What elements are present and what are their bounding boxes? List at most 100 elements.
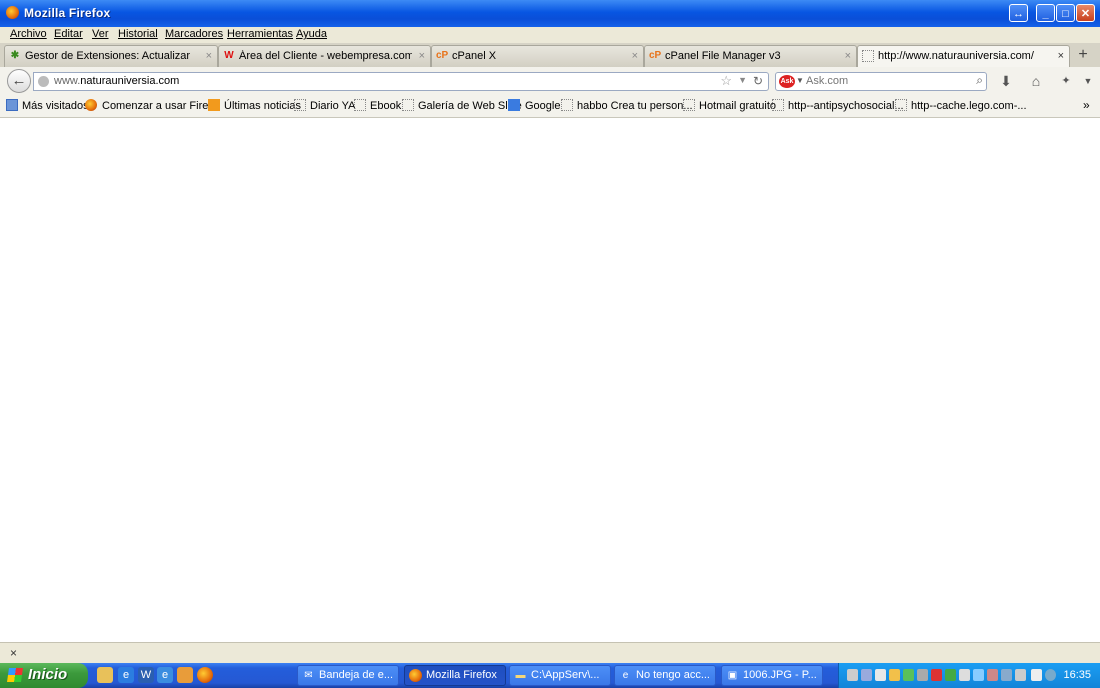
url-domain: naturauniversia.com xyxy=(80,75,180,87)
toolbar-menu-dropdown-icon[interactable]: ▼ xyxy=(1078,72,1098,90)
bookmark-habbo[interactable]: habbo Crea tu person... xyxy=(577,100,693,112)
task-appserv-folder[interactable]: ▬ C:\AppServ\... xyxy=(509,665,611,686)
cpanel-icon: cP xyxy=(436,50,449,61)
task-label: 1006.JPG - P... xyxy=(743,669,817,681)
url-text[interactable]: www.naturauniversia.com xyxy=(54,75,179,87)
bookmark-comenzar[interactable]: Comenzar a usar Firef... xyxy=(102,100,221,112)
task-label: No tengo acc... xyxy=(636,669,710,681)
url-history-dropdown-icon[interactable]: ▼ xyxy=(738,75,747,85)
page-content[interactable] xyxy=(3,118,1097,642)
mail-icon[interactable] xyxy=(177,667,193,683)
tray-app-icon[interactable] xyxy=(1031,669,1042,681)
home-icon[interactable]: ⌂ xyxy=(1026,72,1046,90)
tray-clock[interactable]: 16:35 xyxy=(1063,669,1091,681)
addon-icon[interactable]: ✦ xyxy=(1056,72,1076,90)
start-button[interactable]: Inicio xyxy=(0,663,88,688)
bookmark-star-icon[interactable]: ☆ xyxy=(720,73,732,89)
title-bar: Mozilla Firefox ↔ _ □ ✕ xyxy=(0,0,1100,27)
tray-app-icon[interactable] xyxy=(987,669,998,681)
downloads-icon[interactable]: ⬇ xyxy=(996,72,1016,90)
tab-cpanel[interactable]: cP cPanel X × xyxy=(431,45,644,67)
bookmark-lego-cache[interactable]: http--cache.lego.com-... xyxy=(911,100,1027,112)
bookmark-hotmail[interactable]: Hotmail gratuito xyxy=(699,100,776,112)
search-icon[interactable]: ⌕ xyxy=(976,73,983,88)
menu-editar[interactable]: Editar xyxy=(54,28,83,40)
tray-display-icon[interactable] xyxy=(959,669,970,681)
task-mozilla-firefox[interactable]: Mozilla Firefox xyxy=(404,665,506,686)
blank-page-icon xyxy=(895,99,907,111)
tray-app-icon[interactable] xyxy=(1045,669,1056,681)
menu-herramientas[interactable]: Herramientas xyxy=(227,28,293,40)
tray-app-icon[interactable] xyxy=(847,669,858,681)
bookmark-galeria-web-slice[interactable]: Galería de Web Slice xyxy=(418,100,522,112)
tab-cpanel-file-manager[interactable]: cP cPanel File Manager v3 × xyxy=(644,45,857,67)
reload-icon[interactable]: ↻ xyxy=(753,74,763,88)
tab-naturauniversia[interactable]: http://www.naturauniversia.com/ × xyxy=(857,45,1070,68)
firefox-logo-icon xyxy=(6,6,19,19)
menu-marcadores[interactable]: Marcadores xyxy=(165,28,223,40)
bookmark-google[interactable]: Google xyxy=(525,100,560,112)
tray-network-icon[interactable] xyxy=(861,669,872,681)
url-bar[interactable]: www.naturauniversia.com ☆ ▼ ↻ xyxy=(33,72,769,91)
tab-close-icon[interactable]: × xyxy=(419,50,425,62)
tray-app-icon[interactable] xyxy=(1001,669,1012,681)
internet-explorer-icon: e xyxy=(622,670,629,681)
task-bandeja[interactable]: ✉ Bandeja de e... xyxy=(297,665,399,686)
word-icon[interactable]: W xyxy=(138,667,154,683)
task-label: Mozilla Firefox xyxy=(426,669,497,681)
restore-size-button[interactable]: ↔ xyxy=(1009,4,1028,22)
menu-ver[interactable]: Ver xyxy=(92,28,109,40)
close-addon-bar-icon[interactable]: × xyxy=(10,646,17,660)
bookmark-mas-visitados[interactable]: Más visitados xyxy=(22,100,89,112)
window-title: Mozilla Firefox xyxy=(24,6,111,20)
blank-page-icon xyxy=(354,99,366,111)
search-input[interactable] xyxy=(806,74,956,88)
close-window-button[interactable]: ✕ xyxy=(1076,4,1095,22)
menu-historial[interactable]: Historial xyxy=(118,28,158,40)
internet-explorer-icon[interactable]: e xyxy=(118,667,134,683)
engine-dropdown-icon[interactable]: ▼ xyxy=(796,76,804,85)
tab-close-icon[interactable]: × xyxy=(206,50,212,62)
tray-app-icon[interactable] xyxy=(917,669,928,681)
blank-page-icon xyxy=(683,99,695,111)
tray-app-icon[interactable] xyxy=(903,669,914,681)
search-bar[interactable]: Ask ▼ ⌕ xyxy=(775,72,987,91)
blank-page-icon xyxy=(772,99,784,111)
task-image-viewer[interactable]: ▣ 1006.JPG - P... xyxy=(721,665,823,686)
show-desktop-icon[interactable] xyxy=(97,667,113,683)
bookmark-diario-ya[interactable]: Diario YA xyxy=(310,100,355,112)
bookmark-antipsychosocial[interactable]: http--antipsychosocial... xyxy=(788,100,904,112)
maximize-button[interactable]: □ xyxy=(1056,4,1075,22)
tray-volume-icon[interactable] xyxy=(875,669,886,681)
bookmark-ultimas-noticias[interactable]: Últimas noticias xyxy=(224,100,301,112)
image-viewer-icon: ▣ xyxy=(727,670,738,681)
menu-archivo[interactable]: Archivo xyxy=(10,28,47,40)
minimize-button[interactable]: _ xyxy=(1036,4,1055,22)
new-tab-button[interactable]: + xyxy=(1072,46,1094,64)
menu-ayuda[interactable]: Ayuda xyxy=(296,28,327,40)
tab-close-icon[interactable]: × xyxy=(845,50,851,62)
bookmark-ebook[interactable]: Ebook xyxy=(370,100,401,112)
ask-engine-icon[interactable]: Ask xyxy=(779,75,795,88)
start-label: Inicio xyxy=(28,666,68,683)
task-ie-window[interactable]: e No tengo acc... xyxy=(614,665,716,686)
tab-close-icon[interactable]: × xyxy=(1058,50,1064,62)
tray-messenger-icon[interactable] xyxy=(889,669,900,681)
firefox-icon xyxy=(409,669,422,682)
firefox-quicklaunch-icon[interactable] xyxy=(197,667,213,683)
tray-antivirus-icon[interactable] xyxy=(931,669,942,681)
site-identity-icon[interactable] xyxy=(38,76,49,87)
tray-app-icon[interactable] xyxy=(945,669,956,681)
ie-quicklaunch-icon[interactable]: e xyxy=(157,667,173,683)
bookmarks-toolbar: Más visitados Comenzar a usar Firef... Ú… xyxy=(0,95,1100,118)
tray-app-icon[interactable] xyxy=(1015,669,1026,681)
most-visited-icon xyxy=(6,99,18,111)
tab-label: cPanel X xyxy=(452,50,497,62)
tab-label: Gestor de Extensiones: Actualizar xyxy=(25,50,191,62)
tab-extensions[interactable]: ✱ Gestor de Extensiones: Actualizar × xyxy=(4,45,218,67)
tray-app-icon[interactable] xyxy=(973,669,984,681)
tab-webempresa[interactable]: W Área del Cliente - webempresa.com × xyxy=(218,45,431,67)
back-button[interactable]: ← xyxy=(7,69,31,93)
tab-close-icon[interactable]: × xyxy=(632,50,638,62)
bookmarks-overflow-button[interactable]: » xyxy=(1083,98,1090,112)
